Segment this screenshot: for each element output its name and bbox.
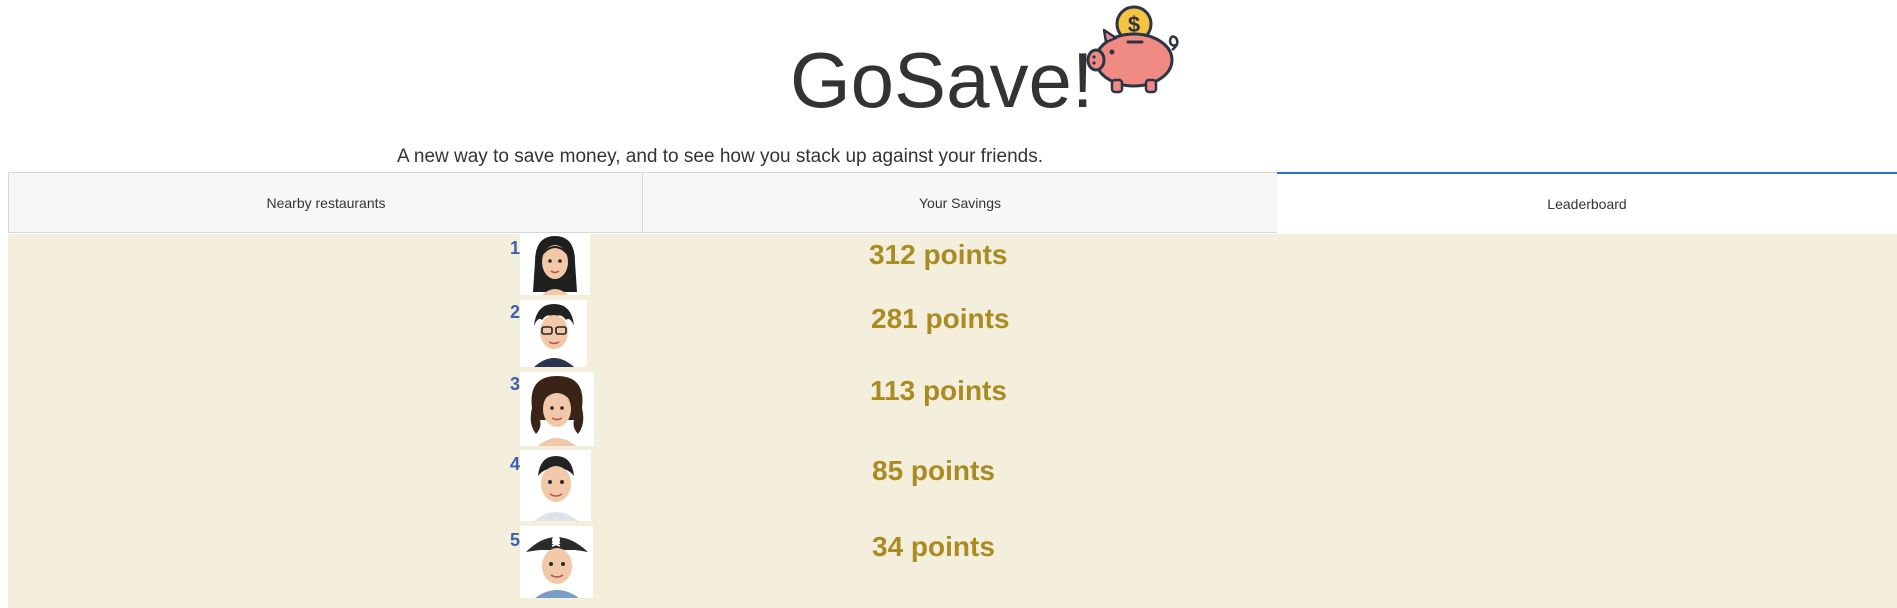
rank-number: 2 <box>510 302 521 322</box>
piggy-bank-icon: $ <box>1078 2 1184 98</box>
avatar-image <box>520 372 594 446</box>
avatar-image <box>520 526 593 598</box>
tagline: A new way to save money, and to see how … <box>396 146 1043 167</box>
leaderboard-row: 4 85 points <box>8 448 1897 524</box>
app-title: GoSave! <box>790 36 1094 124</box>
leaderboard-row: 3 113 points <box>8 370 1897 446</box>
points-value: 85 points <box>872 455 995 486</box>
avatar-image <box>520 300 587 367</box>
leaderboard-row: 1 312 points <box>8 234 1897 298</box>
points-value: 34 points <box>872 531 995 562</box>
avatar-image <box>520 234 590 295</box>
leaderboard-row: 2 281 points <box>8 298 1897 367</box>
tab-leaderboard[interactable]: Leaderboard <box>1277 172 1897 234</box>
rank-number: 1 <box>510 238 521 258</box>
leaderboard-panel: 1 312 points 2 281 points 3 113 points 4… <box>8 234 1897 608</box>
avatar-image <box>520 450 591 521</box>
tab-your-savings[interactable]: Your Savings <box>642 172 1278 233</box>
points-value: 113 points <box>870 375 1007 406</box>
page-header: GoSave! $ A new way to save money, and t… <box>0 0 1897 172</box>
points-value: 281 points <box>871 303 1010 334</box>
tab-nearby-restaurants[interactable]: Nearby restaurants <box>8 172 643 233</box>
leaderboard-row: 5 34 points <box>8 524 1897 608</box>
tab-bar: Nearby restaurants Your Savings Leaderbo… <box>8 172 1897 234</box>
rank-number: 4 <box>510 454 521 474</box>
rank-number: 5 <box>510 530 521 550</box>
points-value: 312 points <box>869 239 1008 270</box>
rank-number: 3 <box>510 374 521 394</box>
